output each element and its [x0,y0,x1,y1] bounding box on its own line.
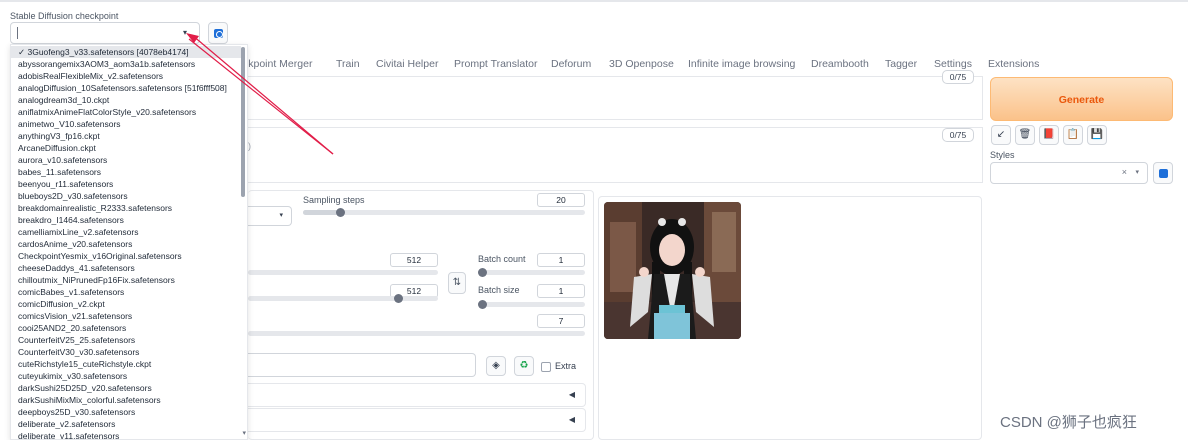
watermark: CSDN @狮子也疯狂 [1000,414,1137,431]
annotation-arrow [186,33,334,155]
